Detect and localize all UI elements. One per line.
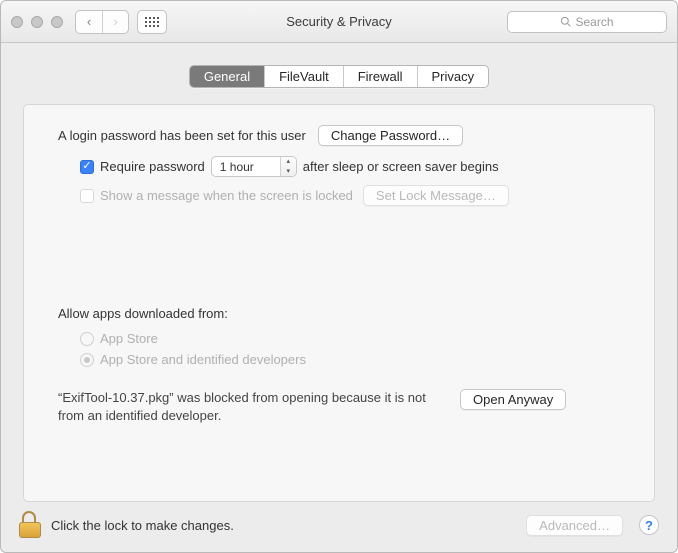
require-password-delay-select[interactable]: 1 hour ▴▾ — [211, 156, 297, 177]
radio-identified-label: App Store and identified developers — [100, 352, 306, 367]
require-password-label: Require password — [100, 159, 205, 174]
blocked-app-text: “ExifTool-10.37.pkg” was blocked from op… — [58, 389, 448, 424]
radio-appstore-label: App Store — [100, 331, 158, 346]
footer: Click the lock to make changes. Advanced… — [1, 502, 677, 552]
login-password-text: A login password has been set for this u… — [58, 128, 306, 143]
titlebar: ‹ › Security & Privacy Search — [1, 1, 677, 43]
forward-button[interactable]: › — [102, 11, 128, 33]
show-lock-message-checkbox[interactable] — [80, 189, 94, 203]
require-password-checkbox[interactable] — [80, 160, 94, 174]
lock-message-row: Show a message when the screen is locked… — [80, 185, 624, 206]
zoom-window-button[interactable] — [51, 16, 63, 28]
change-password-button[interactable]: Change Password… — [318, 125, 463, 146]
back-button[interactable]: ‹ — [76, 11, 102, 33]
content-area: General FileVault Firewall Privacy A log… — [1, 43, 677, 552]
radio-identified-developers — [80, 353, 94, 367]
preferences-window: ‹ › Security & Privacy Search General Fi… — [0, 0, 678, 553]
tab-general[interactable]: General — [190, 66, 264, 87]
search-placeholder: Search — [575, 15, 613, 29]
set-lock-message-button: Set Lock Message… — [363, 185, 509, 206]
radio-appstore — [80, 332, 94, 346]
minimize-window-button[interactable] — [31, 16, 43, 28]
allow-apps-label: Allow apps downloaded from: — [58, 306, 624, 321]
lock-icon[interactable] — [19, 512, 41, 538]
search-input[interactable]: Search — [507, 11, 667, 33]
tab-privacy[interactable]: Privacy — [417, 66, 489, 87]
tab-firewall[interactable]: Firewall — [343, 66, 417, 87]
require-password-suffix: after sleep or screen saver begins — [303, 159, 499, 174]
advanced-button[interactable]: Advanced… — [526, 515, 623, 536]
gatekeeper-option-appstore-row: App Store — [80, 331, 624, 346]
tab-filevault[interactable]: FileVault — [264, 66, 343, 87]
require-password-row: Require password 1 hour ▴▾ after sleep o… — [80, 156, 624, 177]
gatekeeper-option-identified-row: App Store and identified developers — [80, 352, 624, 367]
login-password-row: A login password has been set for this u… — [58, 125, 624, 146]
show-lock-message-label: Show a message when the screen is locked — [100, 188, 353, 203]
gatekeeper-section: Allow apps downloaded from: App Store Ap… — [54, 306, 624, 424]
require-password-delay-value: 1 hour — [220, 160, 272, 174]
nav-buttons: ‹ › — [75, 10, 129, 34]
tab-bar: General FileVault Firewall Privacy — [189, 65, 489, 88]
general-panel: A login password has been set for this u… — [23, 104, 655, 502]
close-window-button[interactable] — [11, 16, 23, 28]
blocked-app-row: “ExifTool-10.37.pkg” was blocked from op… — [58, 389, 624, 424]
help-button[interactable]: ? — [639, 515, 659, 535]
show-all-button[interactable] — [137, 10, 167, 34]
open-anyway-button[interactable]: Open Anyway — [460, 389, 566, 410]
grid-icon — [145, 17, 159, 27]
chevron-stepper-icon: ▴▾ — [280, 157, 296, 176]
window-controls — [11, 16, 63, 28]
lock-hint-text: Click the lock to make changes. — [51, 518, 234, 533]
search-icon — [560, 16, 571, 27]
